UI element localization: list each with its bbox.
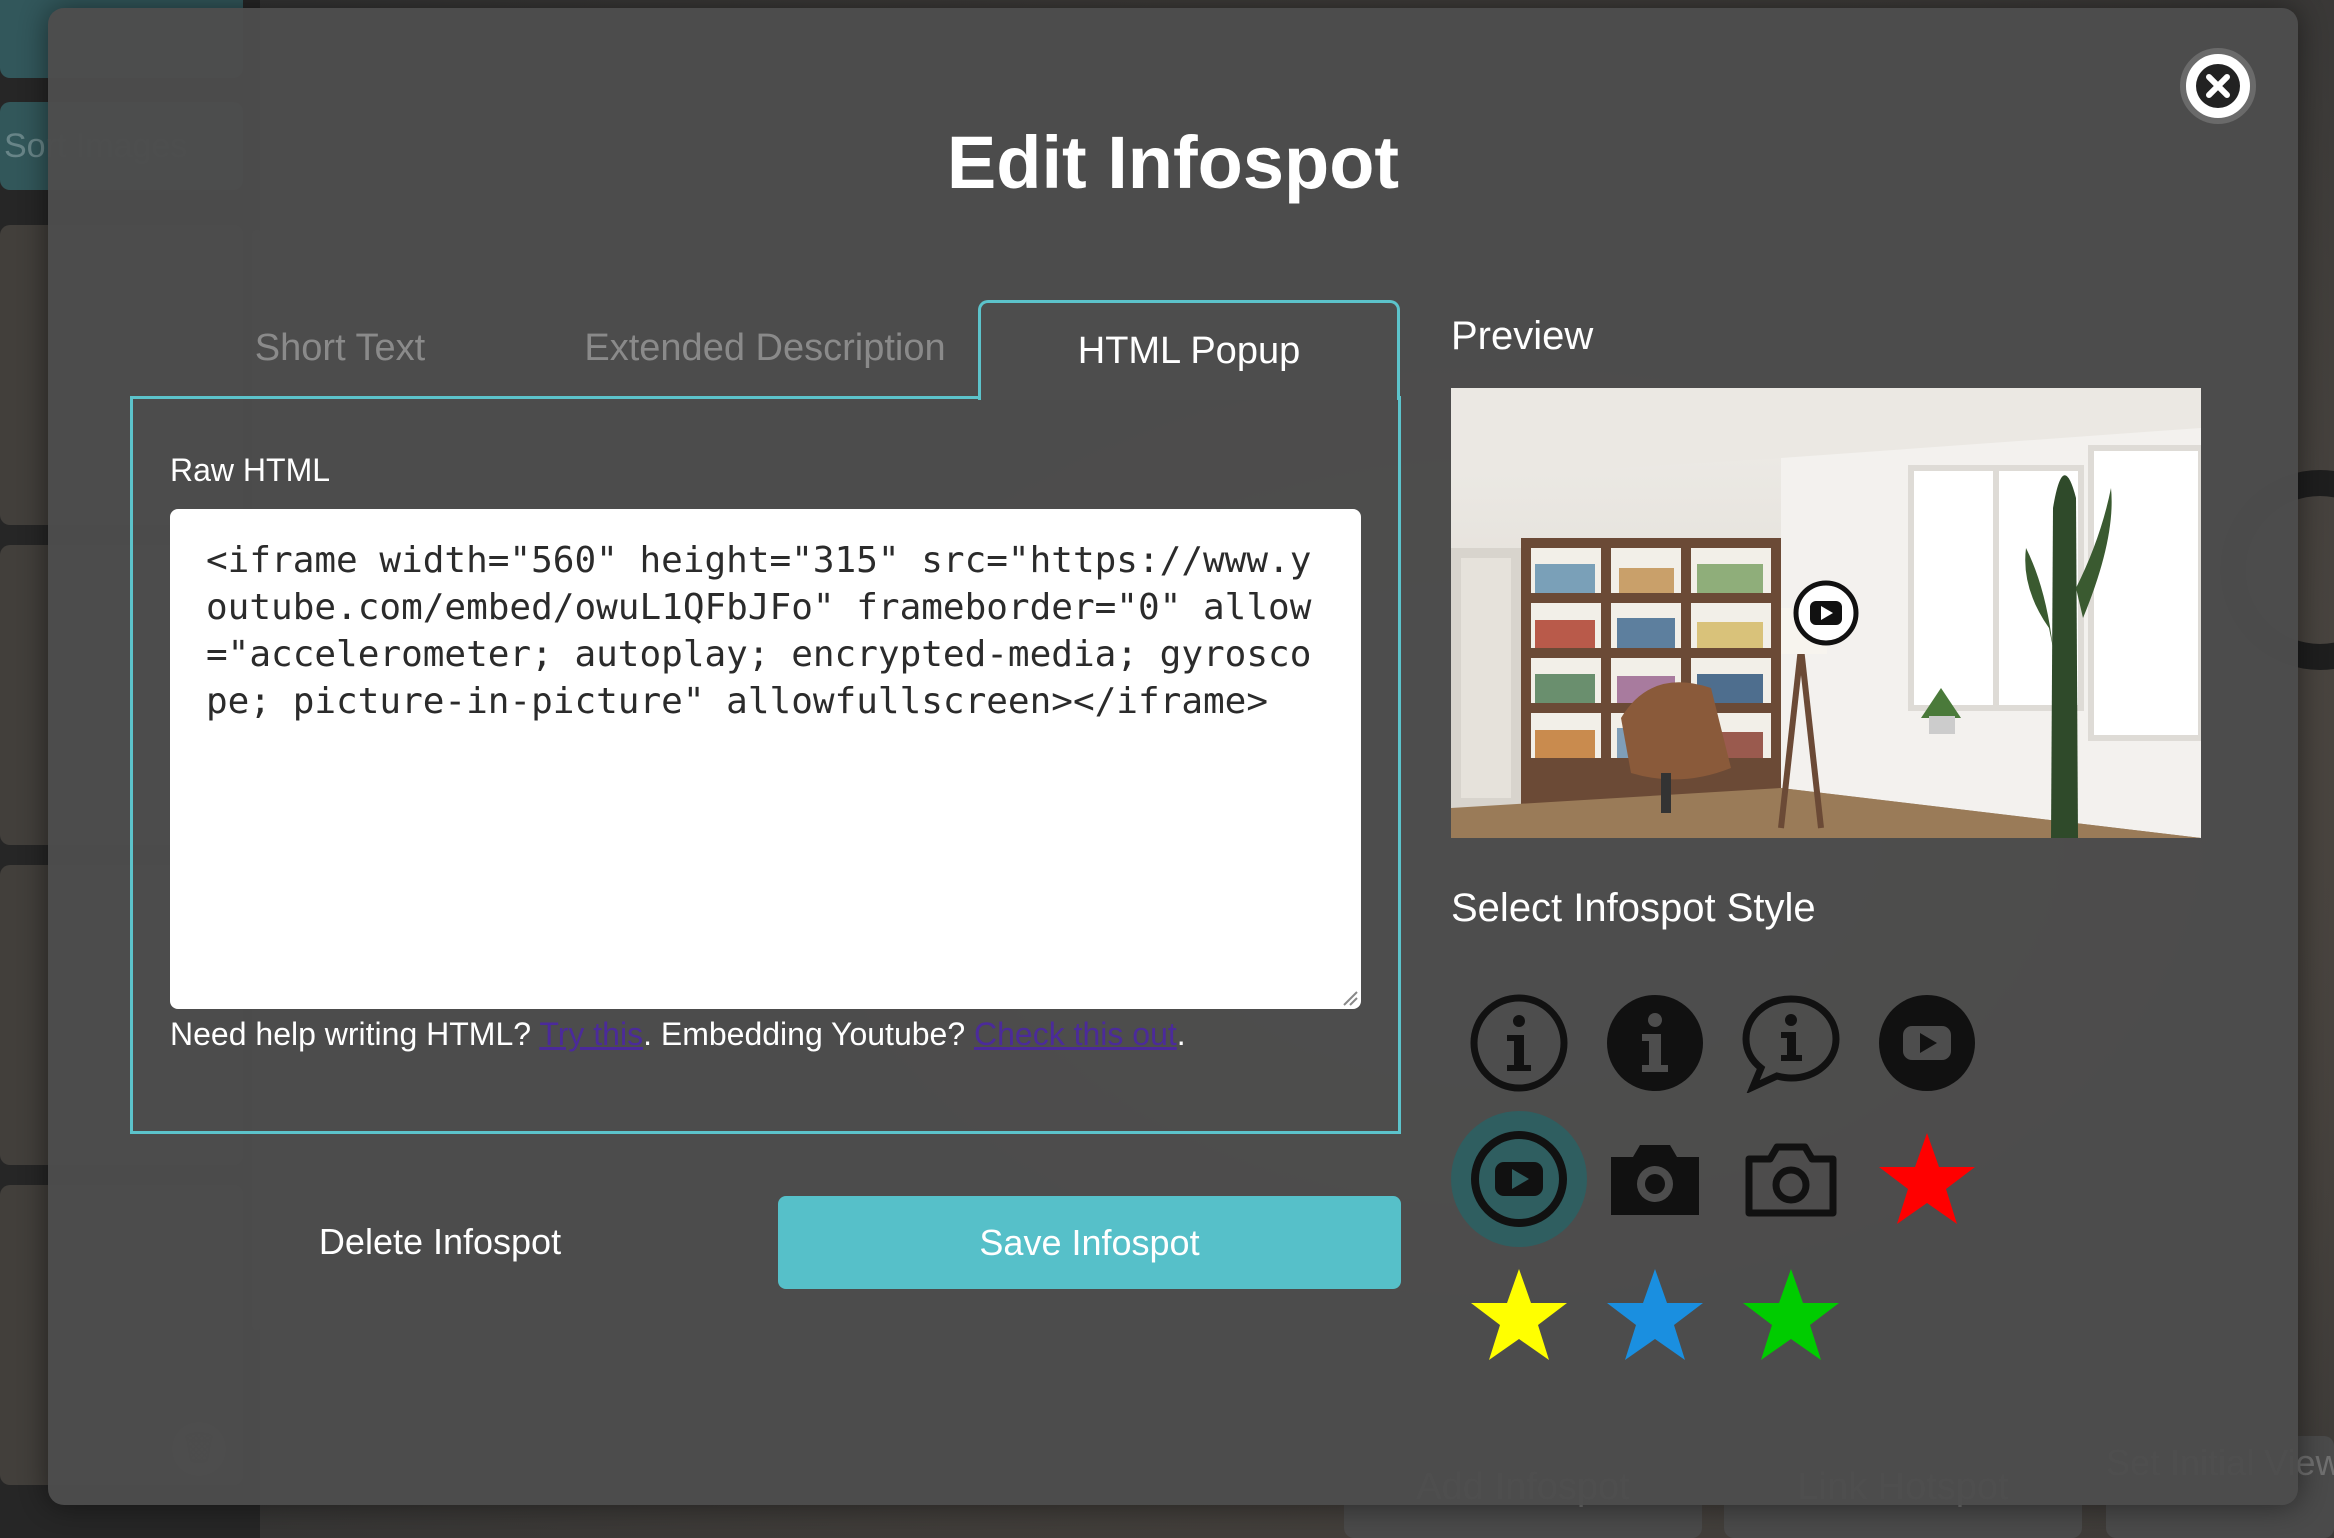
preview-image bbox=[1451, 388, 2201, 838]
tab-panel-join bbox=[981, 393, 1397, 399]
raw-html-textarea[interactable]: <iframe width="560" height="315" src="ht… bbox=[170, 509, 1361, 1009]
star-blue-icon bbox=[1607, 1269, 1703, 1360]
delete-infospot-button[interactable]: Delete Infospot bbox=[290, 1196, 590, 1288]
preview-label: Preview bbox=[1451, 314, 1594, 358]
youtube-outline-icon bbox=[1471, 1131, 1567, 1227]
resize-grip-icon[interactable] bbox=[1340, 988, 1358, 1006]
style-option-star-blue[interactable] bbox=[1587, 1247, 1723, 1383]
help-suffix: . bbox=[1176, 1016, 1186, 1052]
save-infospot-button[interactable]: Save Infospot bbox=[778, 1196, 1401, 1289]
style-option-camera-outline[interactable] bbox=[1723, 1111, 1859, 1247]
style-option-info-outline[interactable] bbox=[1451, 975, 1587, 1111]
info-speech-bubble-icon bbox=[1742, 995, 1840, 1093]
star-red-icon bbox=[1879, 1133, 1975, 1224]
style-option-star-red[interactable] bbox=[1859, 1111, 1995, 1247]
info-filled-icon bbox=[1607, 995, 1703, 1091]
style-option-star-yellow[interactable] bbox=[1451, 1247, 1587, 1383]
help-prefix: Need help writing HTML? bbox=[170, 1016, 540, 1052]
tab-html-popup[interactable]: HTML Popup bbox=[978, 300, 1400, 400]
star-yellow-icon bbox=[1471, 1269, 1567, 1360]
style-option-info-filled[interactable] bbox=[1587, 975, 1723, 1111]
style-option-star-green[interactable] bbox=[1723, 1247, 1859, 1383]
star-green-icon bbox=[1743, 1269, 1839, 1360]
help-middle: . Embedding Youtube? bbox=[643, 1016, 975, 1052]
tab-short-text[interactable]: Short Text bbox=[205, 300, 475, 396]
info-outline-icon bbox=[1470, 994, 1568, 1092]
select-style-label: Select Infospot Style bbox=[1451, 886, 1816, 930]
try-this-link[interactable]: Try this bbox=[539, 1016, 643, 1052]
modal-title: Edit Infospot bbox=[946, 121, 1400, 204]
raw-html-label: Raw HTML bbox=[170, 452, 331, 488]
style-option-info-speech[interactable] bbox=[1723, 975, 1859, 1111]
style-option-camera-filled[interactable] bbox=[1587, 1111, 1723, 1247]
youtube-filled-icon bbox=[1879, 995, 1975, 1091]
check-this-out-link[interactable]: Check this out bbox=[974, 1016, 1177, 1052]
camera-filled-icon bbox=[1611, 1145, 1699, 1215]
close-button[interactable] bbox=[2180, 48, 2256, 124]
camera-outline-icon bbox=[1745, 1143, 1837, 1217]
close-icon bbox=[2196, 64, 2240, 108]
tab-extended-description[interactable]: Extended Description bbox=[560, 300, 970, 396]
style-option-youtube-outline[interactable] bbox=[1451, 1111, 1587, 1247]
room-illustration bbox=[1451, 388, 2201, 838]
html-help-text: Need help writing HTML? Try this. Embedd… bbox=[170, 1016, 1186, 1053]
style-option-youtube-filled[interactable] bbox=[1859, 975, 1995, 1111]
